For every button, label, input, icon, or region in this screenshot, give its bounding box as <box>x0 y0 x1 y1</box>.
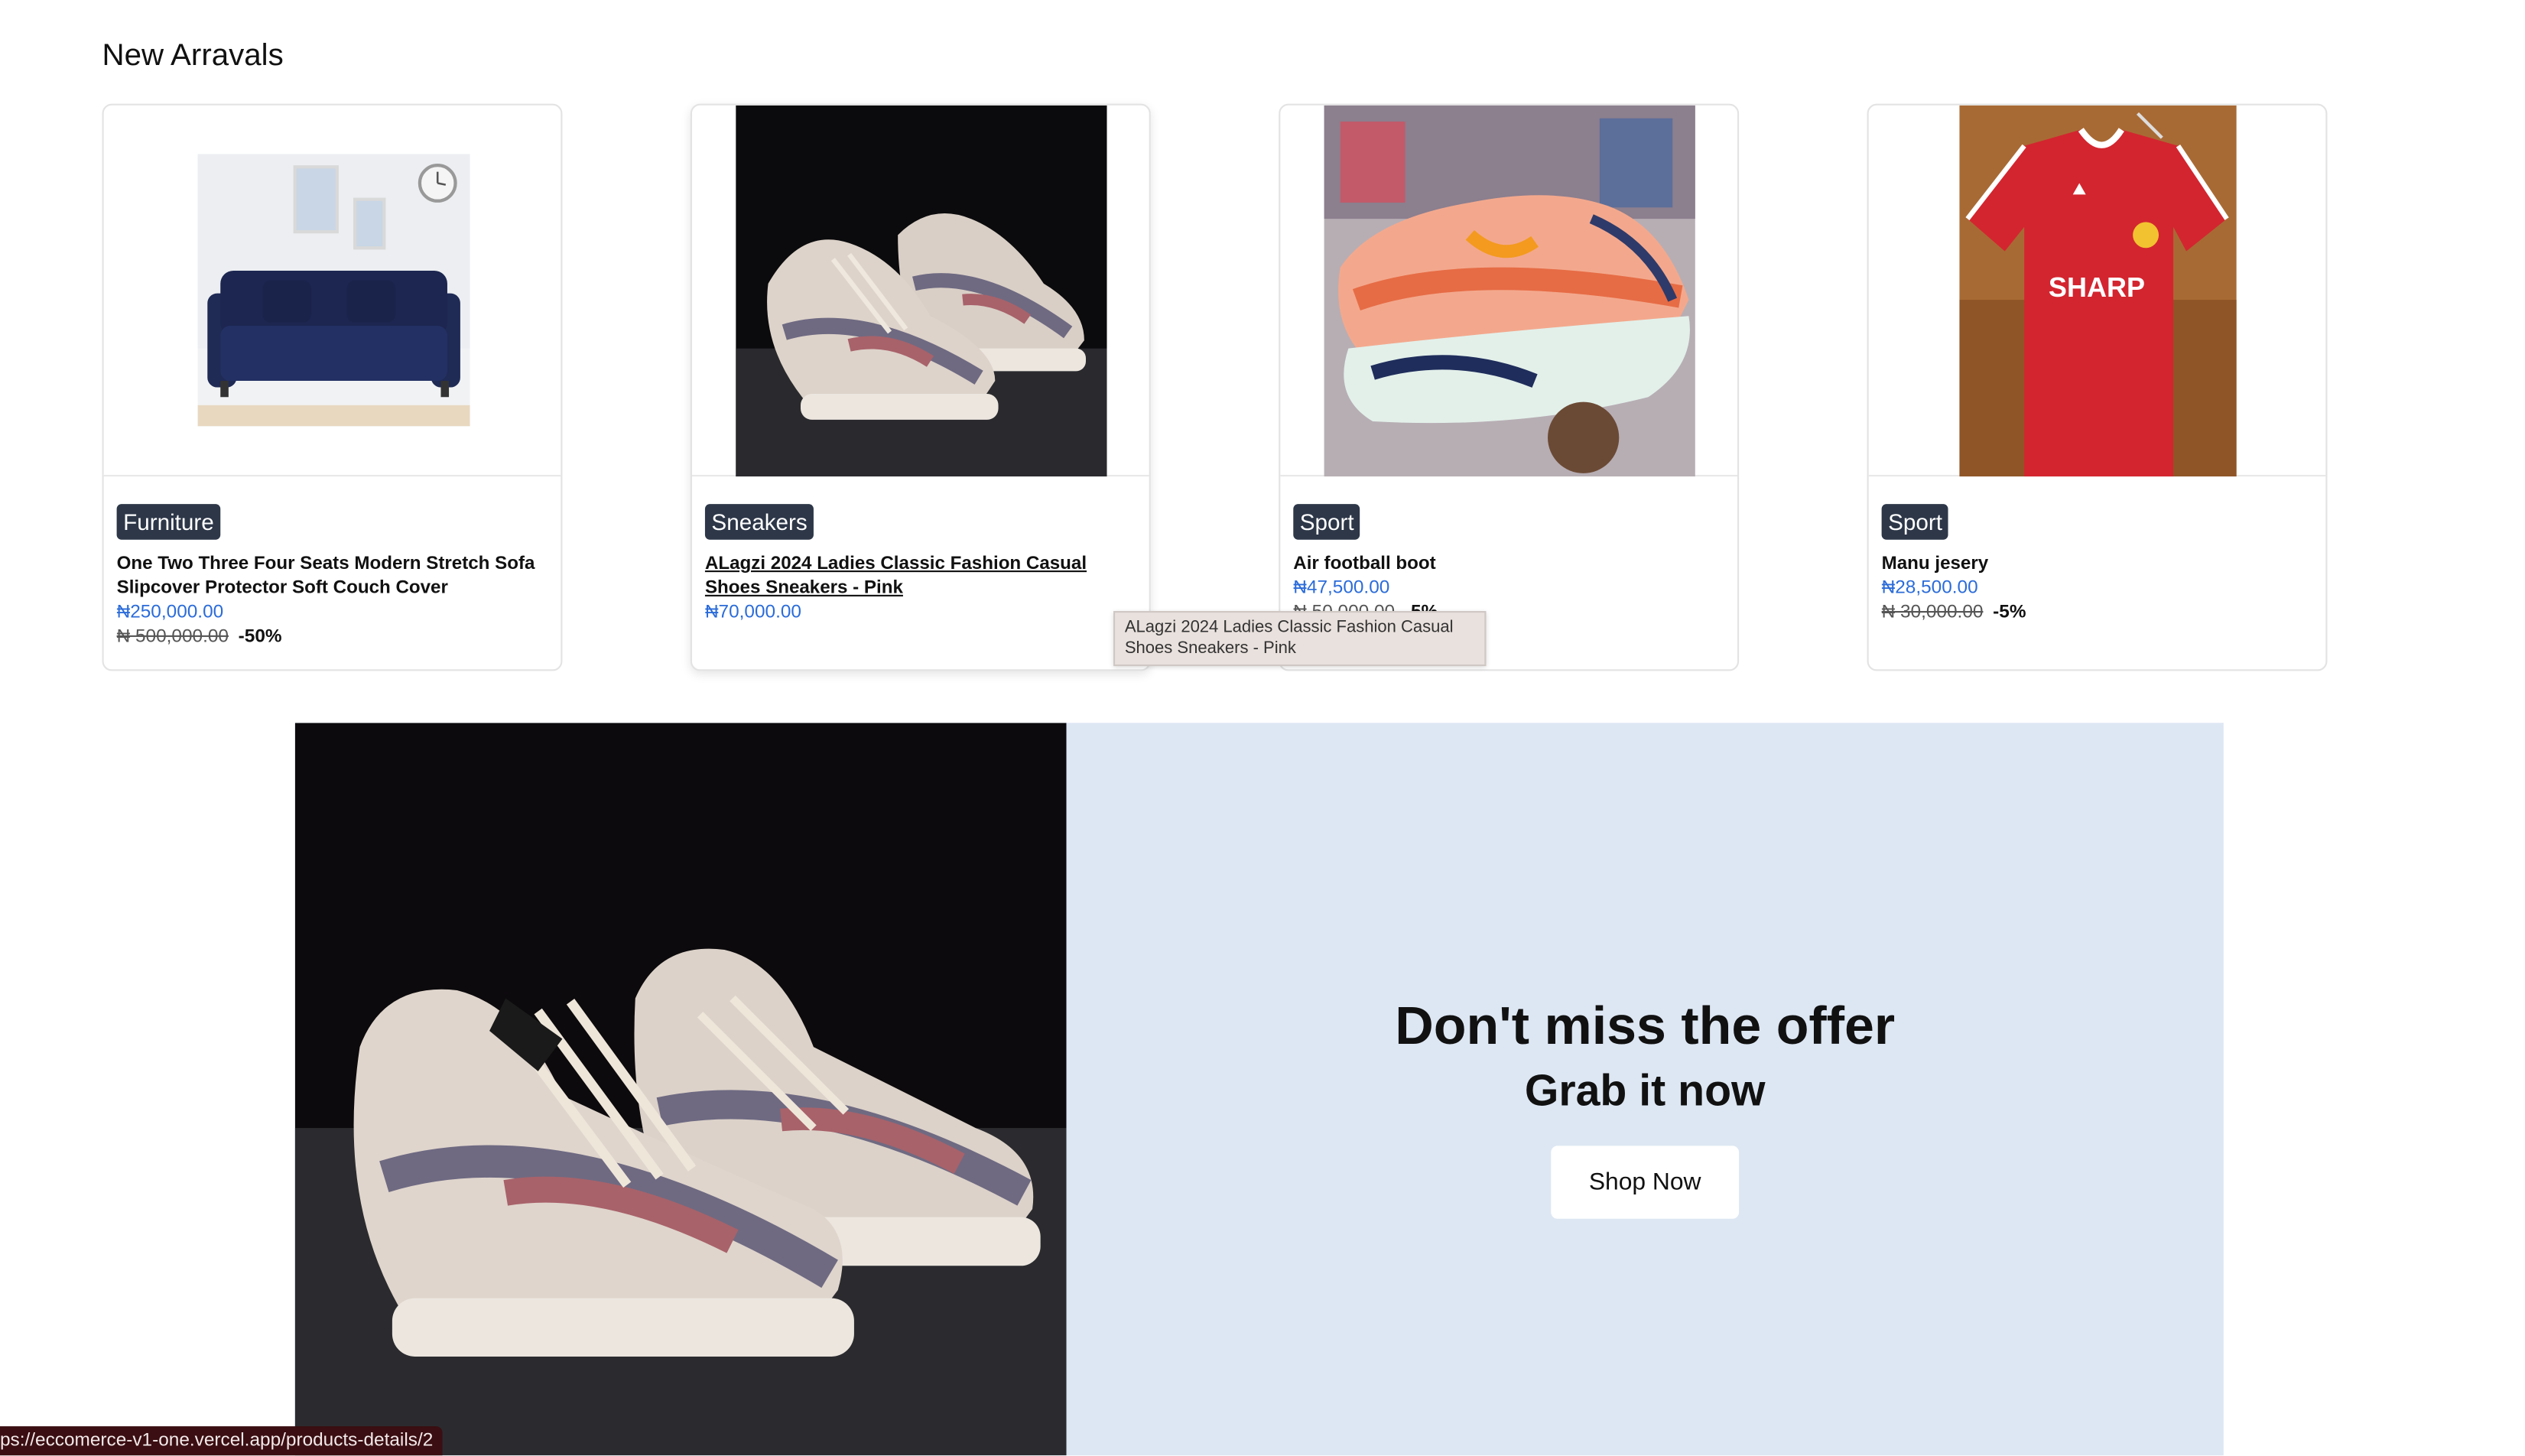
banner-sneakers-image <box>294 723 1067 1456</box>
old-price-row: ₦ 30,000.00 -5% <box>1882 601 2313 626</box>
product-info: Sneakers ALagzi 2024 Ladies Classic Fash… <box>704 504 1136 626</box>
product-image-frame[interactable] <box>691 105 1149 477</box>
product-card[interactable]: Sport Air football boot ₦47,500.00 ₦ 50,… <box>1279 103 1740 671</box>
product-price: ₦70,000.00 <box>704 603 801 622</box>
old-price-row: ₦ 500,000.00 -50% <box>117 626 548 650</box>
product-name[interactable]: Manu jesery <box>1882 553 2313 577</box>
category-badge: Sport <box>1881 504 1949 540</box>
football-boot-image <box>1324 105 1695 477</box>
product-info: Furniture One Two Three Four Seats Moder… <box>116 504 548 650</box>
product-card[interactable]: Sneakers ALagzi 2024 Ladies Classic Fash… <box>690 103 1151 671</box>
jersey-image: SHARP <box>1959 105 2237 477</box>
product-price: ₦28,500.00 <box>1881 578 1978 599</box>
product-price: ₦250,000.00 <box>116 603 224 622</box>
product-name-tooltip: ALagzi 2024 Ladies Classic Fashion Casua… <box>1113 611 1487 667</box>
product-info: Sport Manu jesery ₦28,500.00 ₦ 30,000.00… <box>1881 504 2313 626</box>
banner-subline: Grab it now <box>1524 1066 1766 1116</box>
shop-now-button[interactable]: Shop Now <box>1551 1146 1740 1219</box>
product-name[interactable]: One Two Three Four Seats Modern Stretch … <box>117 553 548 602</box>
sneakers-image <box>736 105 1107 477</box>
product-image-frame[interactable] <box>103 106 561 477</box>
discount-label: -50% <box>238 627 282 647</box>
product-image-frame[interactable]: SHARP <box>1868 105 2326 477</box>
promo-banner: Don't miss the offer Grab it now Shop No… <box>294 723 2224 1456</box>
category-badge: Sport <box>1293 504 1361 540</box>
product-info: Sport Air football boot ₦47,500.00 ₦ 50,… <box>1293 504 1724 626</box>
sofa-image <box>197 154 470 427</box>
link-status-bar: ps://eccomerce-v1-one.vercel.app/product… <box>0 1426 443 1456</box>
svg-text:SHARP: SHARP <box>2049 271 2145 303</box>
discount-label: -5% <box>1993 603 2026 622</box>
product-card[interactable]: Furniture One Two Three Four Seats Moder… <box>102 103 563 671</box>
product-name-link[interactable]: ALagzi 2024 Ladies Classic Fashion Casua… <box>705 553 1136 602</box>
product-name[interactable]: Air football boot <box>1293 553 1724 577</box>
category-badge: Furniture <box>116 504 221 540</box>
banner-text: Don't miss the offer Grab it now Shop No… <box>1067 723 2224 1455</box>
category-badge: Sneakers <box>704 504 814 540</box>
product-card[interactable]: SHARP Sport Manu jesery ₦28,500.00 ₦ 30,… <box>1867 103 2328 671</box>
banner-headline: Don't miss the offer <box>1395 995 1896 1055</box>
product-image-frame[interactable] <box>1280 105 1737 477</box>
product-price: ₦47,500.00 <box>1293 578 1390 599</box>
section-title: New Arravals <box>102 38 284 73</box>
old-price: ₦ 500,000.00 <box>116 627 229 647</box>
page: New Arravals Furniture One Two Three Fou… <box>0 0 2525 1456</box>
old-price: ₦ 30,000.00 <box>1881 603 1984 622</box>
